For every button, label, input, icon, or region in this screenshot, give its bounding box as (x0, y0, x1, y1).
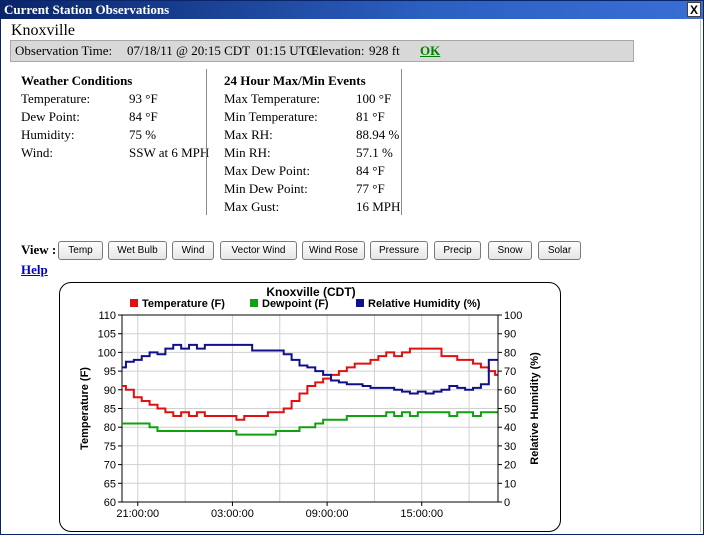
panel-divider-right (401, 69, 402, 215)
max-min-event-value: 16 MPH (356, 199, 401, 214)
y2-tick-label: 60 (504, 385, 516, 397)
window-titlebar[interactable]: Current Station Observations X (1, 1, 703, 19)
y-tick-label: 90 (104, 385, 116, 397)
legend-swatch (356, 299, 364, 307)
y-tick-label: 95 (104, 366, 116, 378)
weather-conditions-title: Weather Conditions (21, 73, 133, 88)
legend-swatch (250, 299, 258, 307)
max-min-event-label: Max RH: (224, 127, 273, 142)
y2-tick-label: 100 (504, 310, 522, 322)
y-tick-label: 60 (104, 497, 116, 509)
y-tick-label: 75 (104, 441, 116, 453)
y2-tick-label: 20 (504, 460, 516, 472)
x-tick-label: 21:00:00 (116, 508, 159, 520)
view-button-solar[interactable]: Solar (538, 241, 581, 260)
max-min-event-value: 88.94 % (356, 127, 400, 142)
max-min-event-label: Max Dew Point: (224, 163, 310, 178)
elevation-value: 928 ft (369, 43, 400, 58)
y2-tick-label: 40 (504, 422, 516, 434)
y2-tick-label: 10 (504, 478, 516, 490)
view-button-wind[interactable]: Wind (172, 241, 214, 260)
y2-tick-label: 70 (504, 366, 516, 378)
max-min-event-label: Max Gust: (224, 199, 280, 214)
ok-link[interactable]: OK (420, 41, 440, 61)
y-tick-label: 110 (98, 310, 116, 322)
x-tick-label: 03:00:00 (211, 508, 254, 520)
weather-condition-label: Dew Point: (21, 109, 80, 124)
series-line (122, 347, 498, 421)
y-axis-label: Temperature (F) (79, 367, 91, 450)
close-button[interactable]: X (687, 2, 701, 17)
window-right-edge (700, 20, 701, 532)
view-button-temp[interactable]: Temp (58, 241, 103, 260)
max-min-event-label: Min Dew Point: (224, 181, 308, 196)
y2-tick-label: 90 (504, 329, 516, 341)
weather-condition-label: Temperature: (21, 91, 91, 106)
max-min-event-label: Min Temperature: (224, 109, 318, 124)
chart-title: Knoxville (CDT) (266, 285, 355, 299)
y-tick-label: 80 (104, 422, 116, 434)
view-label: View : (21, 242, 57, 257)
legend-label: Temperature (F) (142, 298, 225, 310)
view-button-vector-wind[interactable]: Vector Wind (220, 241, 297, 260)
max-min-events-title: 24 Hour Max/Min Events (224, 73, 366, 88)
y-tick-label: 65 (104, 478, 116, 490)
y2-tick-label: 50 (504, 404, 516, 416)
legend-swatch (130, 299, 138, 307)
observation-bar: Observation Time: 07/18/11 @ 20:15 CDT 0… (10, 40, 634, 62)
view-button-wet-bulb[interactable]: Wet Bulb (108, 241, 167, 260)
max-min-event-value: 81 °F (356, 109, 385, 124)
elevation-label: Elevation: (311, 43, 365, 58)
max-min-event-value: 84 °F (356, 163, 385, 178)
view-button-snow[interactable]: Snow (488, 241, 532, 260)
station-observations-window: Current Station Observations X Knoxville… (0, 0, 704, 535)
weather-condition-value: 75 % (129, 127, 157, 142)
chart-svg: Knoxville (CDT) Temperature (F) Dewpoint (… (79, 285, 541, 520)
view-button-precip[interactable]: Precip (434, 241, 481, 260)
y2-tick-label: 80 (504, 347, 516, 359)
weather-condition-label: Wind: (21, 145, 53, 160)
y2-axis-label: Relative Humidity (%) (529, 352, 541, 465)
legend-label: Relative Humidity (%) (368, 298, 481, 310)
max-min-event-value: 57.1 % (356, 145, 393, 160)
observation-time-label: Observation Time: (15, 43, 113, 58)
x-tick-label: 15:00:00 (400, 508, 443, 520)
y-tick-label: 100 (98, 347, 116, 359)
x-tick-label: 09:00:00 (306, 508, 349, 520)
max-min-event-value: 77 °F (356, 181, 385, 196)
weather-condition-value: 84 °F (129, 109, 158, 124)
view-button-pressure[interactable]: Pressure (370, 241, 428, 260)
chart-panel: Knoxville (CDT) Temperature (F) Dewpoint (… (59, 282, 561, 532)
y-tick-label: 85 (104, 404, 116, 416)
window-title: Current Station Observations (4, 2, 170, 17)
max-min-event-label: Max Temperature: (224, 91, 320, 106)
help-link[interactable]: Help (21, 262, 48, 278)
view-button-wind-rose[interactable]: Wind Rose (302, 241, 365, 260)
weather-condition-value: SSW at 6 MPH (129, 145, 210, 160)
legend-label: Dewpoint (F) (262, 298, 329, 310)
y2-tick-label: 0 (504, 497, 510, 509)
weather-condition-label: Humidity: (21, 127, 75, 142)
panel-divider-left (206, 69, 207, 215)
max-min-event-value: 100 °F (356, 91, 392, 106)
y2-tick-label: 30 (504, 441, 516, 453)
station-name: Knoxville (11, 22, 75, 39)
y-tick-label: 70 (104, 460, 116, 472)
observation-time-value: 07/18/11 @ 20:15 CDT 01:15 UTC (127, 43, 316, 58)
max-min-event-label: Min RH: (224, 145, 271, 160)
y-tick-label: 105 (98, 329, 116, 341)
weather-condition-value: 93 °F (129, 91, 158, 106)
